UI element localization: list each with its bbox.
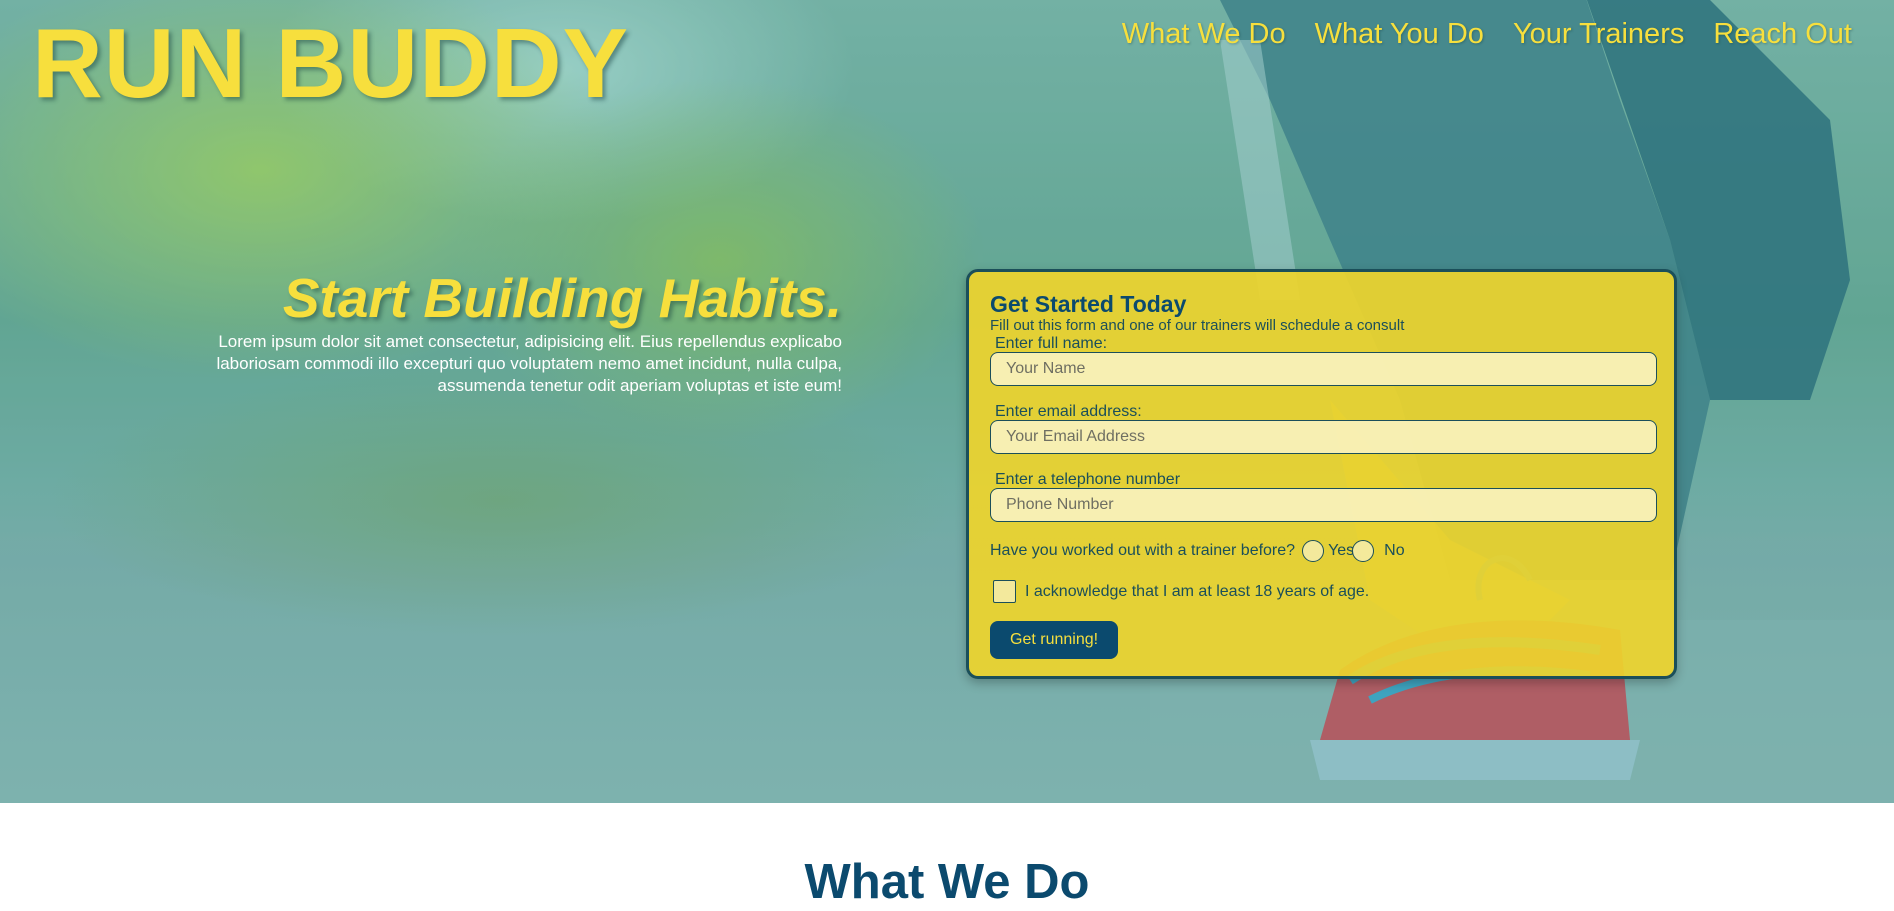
brand-logo[interactable]: RUN BUDDY xyxy=(32,14,629,112)
name-input[interactable] xyxy=(990,352,1657,387)
radio-no[interactable] xyxy=(1352,540,1375,563)
section-title-what-we-do: What We Do xyxy=(804,855,1090,909)
acknowledge-checkbox[interactable] xyxy=(993,580,1016,604)
phone-label: Enter a telephone number xyxy=(995,471,1181,489)
hero-intro: Start Building Habits. Lorem ipsum dolor… xyxy=(200,268,842,397)
radio-no-label: No xyxy=(1384,542,1405,560)
submit-button[interactable]: Get running! xyxy=(990,621,1119,660)
email-label: Enter email address: xyxy=(995,403,1142,421)
main-nav: What We Do What You Do Your Trainers Rea… xyxy=(1122,18,1852,51)
signup-form: Get Started Today Fill out this form and… xyxy=(966,269,1677,679)
nav-link-what-we-do[interactable]: What We Do xyxy=(1122,18,1286,51)
acknowledge-row: I acknowledge that I am at least 18 year… xyxy=(990,580,1654,604)
email-input[interactable] xyxy=(990,420,1657,455)
acknowledge-label: I acknowledge that I am at least 18 year… xyxy=(1025,582,1370,600)
hero-text: Lorem ipsum dolor sit amet consectetur, … xyxy=(216,331,842,395)
hero-heading: Start Building Habits. xyxy=(282,267,842,329)
hero-section: RUN BUDDY What We Do What You Do Your Tr… xyxy=(0,0,1894,803)
trainer-question-row: Have you worked out with a trainer befor… xyxy=(990,539,1654,563)
name-field-group: Enter full name: xyxy=(990,335,1657,387)
form-title: Get Started Today xyxy=(990,291,1187,317)
nav-link-your-trainers[interactable]: Your Trainers xyxy=(1513,18,1684,51)
email-field-group: Enter email address: xyxy=(990,403,1657,455)
phone-field-group: Enter a telephone number xyxy=(990,471,1657,523)
phone-input[interactable] xyxy=(990,488,1657,523)
trainer-question-label: Have you worked out with a trainer befor… xyxy=(990,542,1296,560)
radio-yes[interactable] xyxy=(1302,540,1325,563)
radio-yes-label: Yes xyxy=(1328,542,1355,560)
nav-link-what-you-do[interactable]: What You Do xyxy=(1315,18,1484,51)
form-subtitle: Fill out this form and one of our traine… xyxy=(990,317,1405,335)
name-label: Enter full name: xyxy=(995,335,1108,353)
nav-link-reach-out[interactable]: Reach Out xyxy=(1713,18,1852,51)
